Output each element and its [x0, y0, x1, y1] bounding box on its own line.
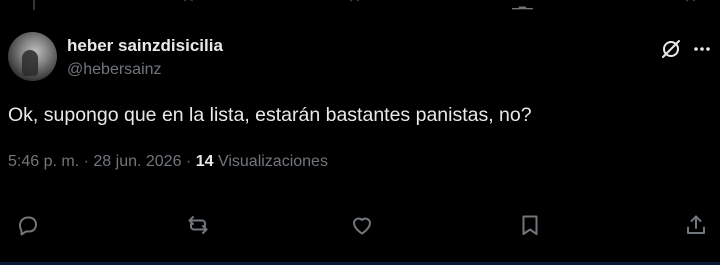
- reply-icon[interactable]: [16, 213, 42, 239]
- like-icon[interactable]: [350, 213, 376, 239]
- views-label[interactable]: Visualizaciones: [218, 153, 328, 170]
- share-icon[interactable]: ⌒: [686, 0, 695, 9]
- views-icon[interactable]: ▁▂▁: [512, 0, 533, 9]
- meta-separator: ·: [83, 153, 89, 170]
- tweet-detail: ⌒ ⌒ ▁▂▁ ⌒ heber sainzdisicilia @hebersai…: [0, 0, 720, 265]
- like-icon[interactable]: ⌒: [350, 0, 359, 9]
- views-count[interactable]: 14: [196, 153, 214, 170]
- meta-separator: ·: [185, 153, 192, 170]
- previous-tweet-actions-cutoff: ⌒ ⌒ ▁▂▁ ⌒: [0, 0, 720, 12]
- tweet-date[interactable]: 28 jun. 2026: [93, 153, 181, 170]
- bookmark-icon[interactable]: [518, 213, 544, 239]
- retweet-icon[interactable]: [186, 213, 212, 239]
- share-icon[interactable]: [684, 213, 710, 239]
- tweet-time[interactable]: 5:46 p. m.: [8, 153, 79, 170]
- author-handle[interactable]: @hebersainz: [67, 61, 162, 79]
- more-icon[interactable]: [690, 37, 714, 61]
- tweet-meta: 5:46 p. m. · 28 jun. 2026 · 14 Visualiza…: [8, 153, 328, 171]
- avatar-image: [22, 50, 38, 76]
- grok-icon[interactable]: [659, 37, 683, 61]
- avatar[interactable]: [8, 32, 57, 81]
- reply-icon[interactable]: ⌒: [184, 0, 193, 9]
- author-name[interactable]: heber sainzdisicilia: [67, 36, 223, 56]
- tweet-text: Ok, supongo que en la lista, estarán bas…: [8, 104, 532, 126]
